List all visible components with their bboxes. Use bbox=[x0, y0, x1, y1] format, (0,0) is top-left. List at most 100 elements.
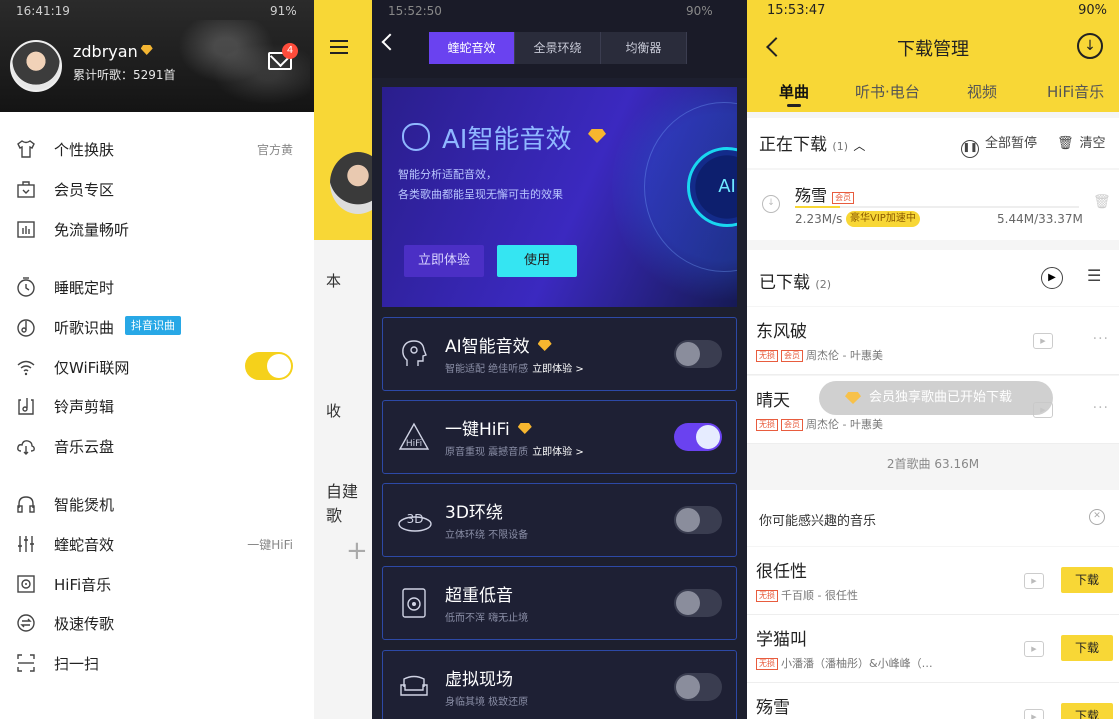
download-header: 15:53:47 90% 下载管理 ↓ 单曲 听书·电台 视频 HiFi音乐 bbox=[747, 0, 1119, 112]
downloading-item[interactable]: ↓ 殇雪 会员 2.23M/s 豪华VIP加速中 5.44M/33.37M 🗑 bbox=[747, 170, 1119, 240]
list-item[interactable]: 东风破 无损 会员 周杰伦 - 叶惠美 ▶ ··· bbox=[747, 307, 1119, 375]
effect-subtitle: 身临其境 极致还原 bbox=[445, 697, 529, 708]
tab-video[interactable]: 视频 bbox=[967, 81, 997, 102]
list-item[interactable]: 很任性 无损 千百顺 - 很任性 ▶ 下载 bbox=[747, 547, 1119, 615]
effect-subtitle: 立体环绕 不限设备 bbox=[445, 530, 529, 541]
menu-item-ringtone[interactable]: 铃声剪辑 bbox=[0, 387, 314, 423]
3d-surround-icon: 3D bbox=[397, 504, 432, 538]
section-count: (1) bbox=[832, 140, 848, 153]
more-icon[interactable]: ··· bbox=[1093, 400, 1109, 416]
try-now-button[interactable]: 立即体验 bbox=[404, 245, 484, 277]
effect-tabs: 蝰蛇音效 全景环绕 均衡器 bbox=[429, 32, 687, 64]
mv-play-icon[interactable]: ▶ bbox=[1033, 333, 1053, 349]
menu-item-label: 会员专区 bbox=[54, 181, 115, 199]
play-all-icon[interactable]: ▶ bbox=[1041, 267, 1063, 289]
effect-card-hifi[interactable]: HiFi 一键HiFi 原音重现 震撼音质 立即体验 > bbox=[382, 400, 737, 474]
menu-icon[interactable] bbox=[330, 40, 348, 54]
svg-text:3D: 3D bbox=[407, 512, 424, 526]
effect-toggle[interactable] bbox=[674, 673, 722, 701]
username[interactable]: zdbryan bbox=[73, 42, 153, 61]
clear-button[interactable]: 🗑 清空 bbox=[1057, 132, 1106, 151]
manage-list-icon[interactable]: ☰ bbox=[1087, 266, 1101, 285]
background-text: 本 bbox=[326, 272, 342, 290]
add-icon[interactable]: + bbox=[346, 536, 368, 566]
tab-single[interactable]: 单曲 bbox=[779, 81, 809, 102]
wifi-only-toggle[interactable] bbox=[245, 352, 293, 380]
menu-item-music-recognize[interactable]: 听歌识曲 抖音识曲 bbox=[0, 308, 314, 344]
section-title-text: 正在下载 bbox=[759, 135, 827, 155]
tab-hifi[interactable]: HiFi音乐 bbox=[1047, 81, 1104, 102]
page-title: 下载管理 bbox=[897, 39, 969, 60]
download-button[interactable]: 下载 bbox=[1061, 635, 1113, 661]
effect-toggle[interactable] bbox=[674, 589, 722, 617]
menu-item-scan[interactable]: 扫一扫 bbox=[0, 644, 314, 680]
menu-item-label: 极速传歌 bbox=[54, 615, 115, 633]
menu-item-free-data[interactable]: 免流量畅听 bbox=[0, 210, 314, 246]
status-battery: 91% bbox=[270, 4, 297, 18]
avatar[interactable] bbox=[10, 40, 62, 92]
vip-tag: 会员 bbox=[781, 350, 803, 362]
section-title: 已下载 (2) bbox=[759, 268, 831, 293]
mv-play-icon[interactable]: ▶ bbox=[1024, 641, 1044, 657]
section-title[interactable]: 正在下载 (1) ︿ bbox=[759, 130, 865, 155]
try-link[interactable]: 立即体验 > bbox=[532, 364, 584, 375]
menu-item-fast-transfer[interactable]: 极速传歌 bbox=[0, 604, 314, 640]
download-icon[interactable]: ↓ bbox=[1077, 33, 1103, 59]
menu-item-skin[interactable]: 个性换肤 官方黄 bbox=[0, 130, 314, 166]
menu-item-value: 一键HiFi bbox=[247, 538, 293, 552]
effect-toggle[interactable] bbox=[674, 506, 722, 534]
menu-item-hifi-music[interactable]: HiFi音乐 bbox=[0, 565, 314, 601]
trash-icon[interactable]: 🗑 bbox=[1093, 194, 1111, 210]
tab-audiobook[interactable]: 听书·电台 bbox=[855, 81, 920, 102]
tab-viper[interactable]: 蝰蛇音效 bbox=[429, 32, 515, 64]
tab-equalizer[interactable]: 均衡器 bbox=[601, 32, 687, 64]
wifi-icon bbox=[15, 356, 37, 378]
list-item[interactable]: 学猫叫 无损 小潘潘（潘柚彤）&小峰峰（… ▶ 下载 bbox=[747, 615, 1119, 683]
close-icon[interactable]: ✕ bbox=[1089, 509, 1105, 525]
lossless-tag: 无损 bbox=[756, 658, 778, 670]
more-icon[interactable]: ··· bbox=[1093, 331, 1109, 347]
effect-toggle[interactable] bbox=[674, 423, 722, 451]
menu-item-viper-effects[interactable]: 蝰蛇音效 一键HiFi bbox=[0, 525, 314, 561]
song-artist: 无损 会员 周杰伦 - 叶惠美 bbox=[756, 416, 883, 432]
mv-play-icon[interactable]: ▶ bbox=[1024, 573, 1044, 589]
effect-card-bass[interactable]: 超重低音 低而不浑 嗨无止境 bbox=[382, 566, 737, 640]
song-artist-text: 周杰伦 - 叶惠美 bbox=[806, 349, 883, 362]
status-time: 15:52:50 bbox=[388, 4, 442, 18]
vip-diamond-icon bbox=[537, 340, 552, 351]
banner-subtitle: 各类歌曲都能呈现无懈可击的效果 bbox=[398, 188, 563, 201]
menu-item-vip[interactable]: 会员专区 bbox=[0, 170, 314, 206]
clear-label: 清空 bbox=[1079, 136, 1106, 151]
song-name: 很任性 bbox=[756, 562, 807, 582]
ai-effect-banner: AI AI智能音效 智能分析适配音效， 各类歌曲都能呈现无懈可击的效果 立即体验… bbox=[382, 87, 737, 307]
download-button[interactable]: 下载 bbox=[1061, 567, 1113, 593]
menu-item-cloud[interactable]: 音乐云盘 bbox=[0, 427, 314, 463]
download-button[interactable]: 下载 bbox=[1061, 703, 1113, 719]
douyin-recognize-tag[interactable]: 抖音识曲 bbox=[125, 316, 181, 335]
try-link[interactable]: 立即体验 > bbox=[532, 447, 584, 458]
vip-diamond-icon bbox=[140, 45, 153, 55]
effect-card-live[interactable]: 虚拟现场 身临其境 极致还原 bbox=[382, 650, 737, 719]
song-name-text: 殇雪 bbox=[795, 186, 828, 205]
mv-play-icon[interactable]: ▶ bbox=[1024, 709, 1044, 719]
effect-toggle[interactable] bbox=[674, 340, 722, 368]
menu-item-label: 扫一扫 bbox=[54, 655, 100, 673]
pause-all-button[interactable]: ❚❚ 全部暂停 bbox=[961, 132, 1037, 158]
menu-item-wifi-only[interactable]: 仅WiFi联网 bbox=[0, 348, 314, 384]
ai-head-icon bbox=[397, 338, 431, 372]
use-button[interactable]: 使用 bbox=[497, 245, 577, 277]
song-name: 晴天 bbox=[756, 391, 790, 411]
back-icon[interactable] bbox=[381, 33, 399, 51]
song-artist-text: 周杰伦 - 叶惠美 bbox=[806, 418, 883, 431]
tab-surround[interactable]: 全景环绕 bbox=[515, 32, 601, 64]
effect-card-ai[interactable]: AI智能音效 智能适配 绝佳听感 立即体验 > bbox=[382, 317, 737, 391]
menu-item-burn-in[interactable]: 智能煲机 bbox=[0, 485, 314, 521]
status-battery: 90% bbox=[1078, 3, 1107, 18]
recommend-header: 你可能感兴趣的音乐 ✕ bbox=[747, 490, 1119, 546]
list-item[interactable]: 殇雪 ▶ 下载 bbox=[747, 683, 1119, 719]
drawer-menu: 16:41:19 91% zdbryan 累计听歌：5291首 4 个性换肤 官… bbox=[0, 0, 314, 719]
effect-card-3d[interactable]: 3D 3D环绕 立体环绕 不限设备 bbox=[382, 483, 737, 557]
section-title-text: 已下载 bbox=[759, 273, 810, 293]
menu-item-sleep-timer[interactable]: 睡眠定时 bbox=[0, 268, 314, 304]
song-name: 殇雪 bbox=[756, 698, 790, 718]
